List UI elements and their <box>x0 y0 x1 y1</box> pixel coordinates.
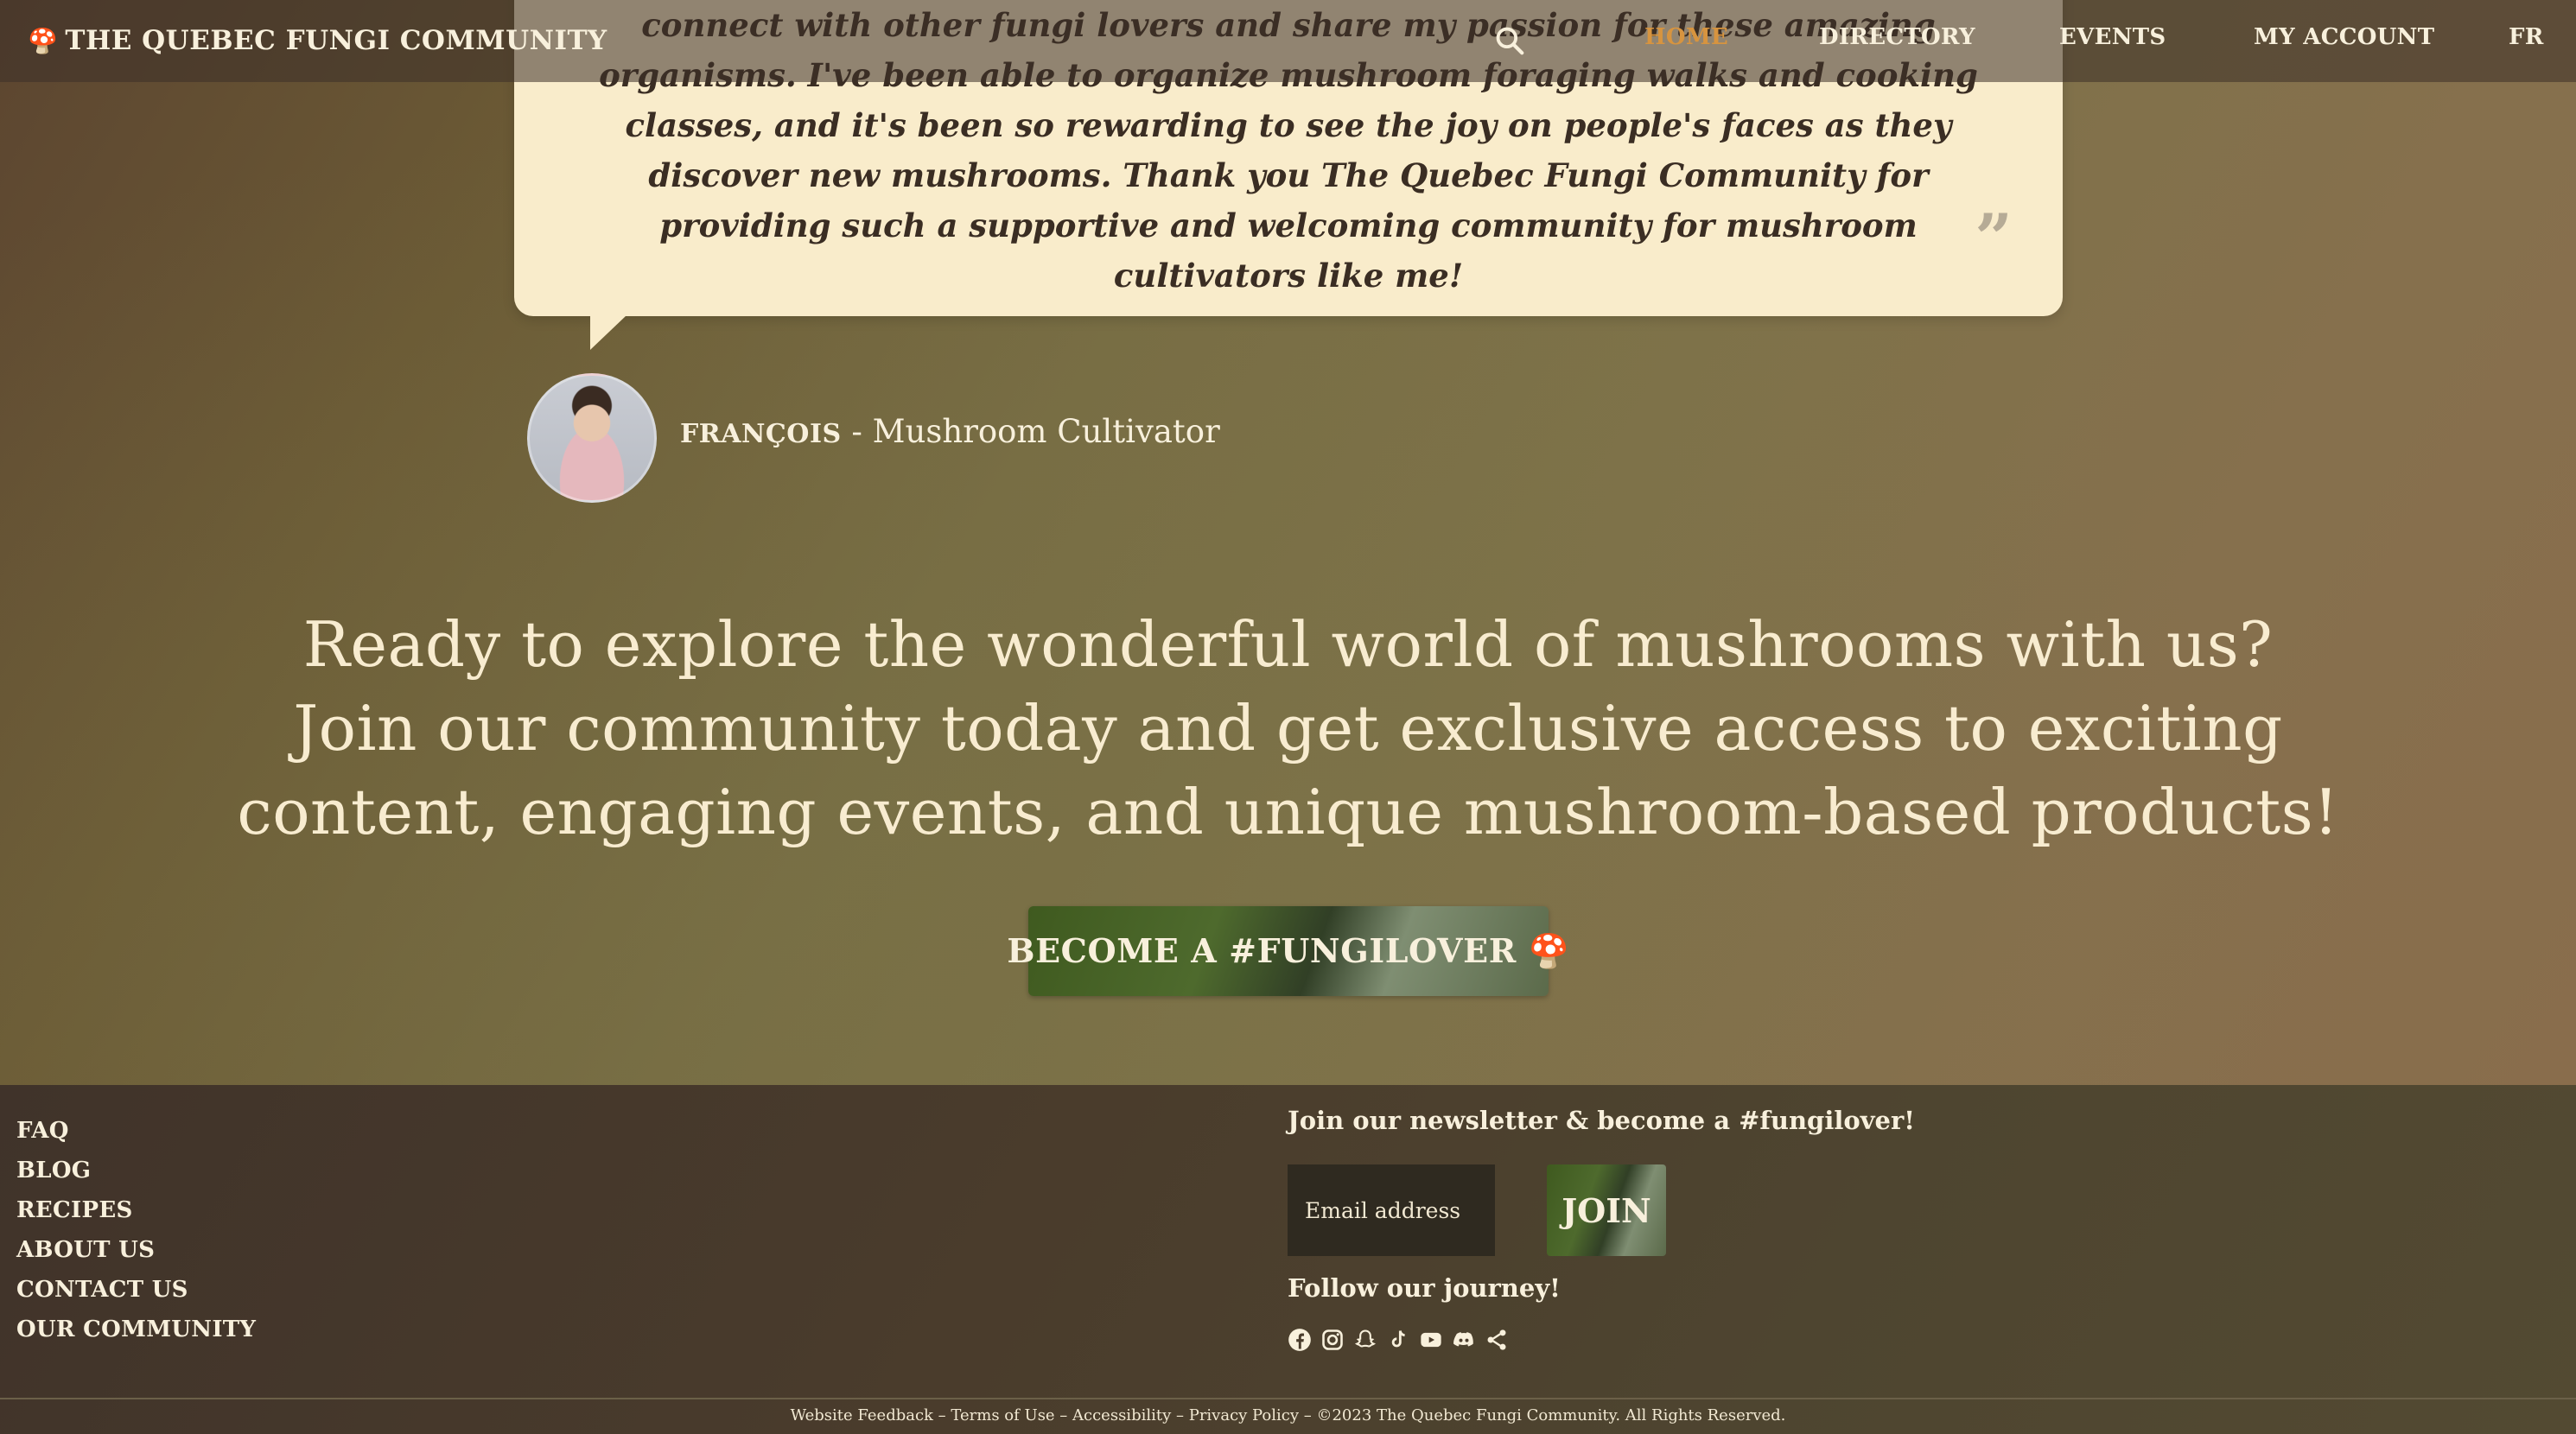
brand-name: THE QUEBEC FUNGI COMMUNITY <box>65 25 607 56</box>
author-name: FRANÇOIS <box>680 419 842 449</box>
become-fungilover-button[interactable]: BECOME A #FUNGILOVER 🍄 <box>1007 906 1569 996</box>
newsletter-email-input[interactable] <box>1288 1164 1495 1256</box>
legal-footer-text: Website Feedback – Terms of Use – Access… <box>790 1406 1786 1424</box>
follow-title: Follow our journey! <box>1288 1273 1561 1303</box>
newsletter-join-button[interactable]: JOIN <box>1547 1164 1666 1256</box>
testimonial-author: FRANÇOIS - Mushroom Cultivator <box>680 413 1220 450</box>
footer-link-recipes[interactable]: RECIPES <box>16 1190 256 1230</box>
cta-heading: Ready to explore the wonderful world of … <box>173 603 2403 854</box>
author-avatar <box>527 373 657 503</box>
newsletter-title: Join our newsletter & become a #fungilov… <box>1288 1106 1916 1135</box>
author-role: - Mushroom Cultivator <box>841 413 1220 450</box>
nav-events[interactable]: EVENTS <box>2059 24 2166 50</box>
instagram-icon[interactable] <box>1320 1328 1345 1352</box>
discord-icon[interactable] <box>1452 1328 1476 1352</box>
footer-link-blog[interactable]: BLOG <box>16 1151 256 1190</box>
brand-logo[interactable]: 🍄 THE QUEBEC FUNGI COMMUNITY <box>28 19 607 62</box>
nav-home[interactable]: HOME <box>1644 24 1728 50</box>
top-navigation-bar: 🍄 THE QUEBEC FUNGI COMMUNITY HOME DIRECT… <box>0 0 2576 82</box>
language-toggle[interactable]: FR <box>2509 24 2544 50</box>
footer-link-about-us[interactable]: ABOUT US <box>16 1230 256 1270</box>
footer: FAQ BLOG RECIPES ABOUT US CONTACT US OUR… <box>0 1085 2576 1434</box>
cta-line-1: Ready to explore the wonderful world of … <box>302 608 2274 681</box>
cta-line-2: Join our community today and get exclusi… <box>237 692 2339 848</box>
nav-my-account[interactable]: MY ACCOUNT <box>2254 24 2434 50</box>
youtube-icon[interactable] <box>1419 1328 1443 1352</box>
footer-link-faq[interactable]: FAQ <box>16 1111 256 1151</box>
snapchat-icon[interactable] <box>1353 1328 1377 1352</box>
facebook-icon[interactable] <box>1288 1328 1312 1352</box>
footer-links: FAQ BLOG RECIPES ABOUT US CONTACT US OUR… <box>16 1111 256 1349</box>
search-icon[interactable] <box>1493 24 1526 57</box>
social-icons <box>1288 1328 1509 1352</box>
speech-bubble-tail <box>590 315 627 350</box>
footer-link-our-community[interactable]: OUR COMMUNITY <box>16 1310 256 1349</box>
share-icon[interactable] <box>1485 1328 1509 1352</box>
footer-link-contact-us[interactable]: CONTACT US <box>16 1270 256 1310</box>
nav-directory[interactable]: DIRECTORY <box>1819 24 1975 50</box>
close-quote-icon: ” <box>1975 200 2013 276</box>
footer-divider <box>0 1398 2576 1399</box>
tiktok-icon[interactable] <box>1386 1328 1410 1352</box>
mushroom-icon: 🍄 <box>28 26 59 55</box>
